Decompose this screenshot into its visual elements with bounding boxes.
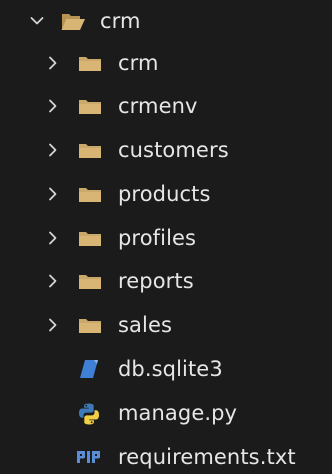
- tree-item-label: reports: [118, 269, 194, 293]
- pip-requirements-icon: [76, 449, 104, 465]
- tree-item-folder[interactable]: profiles: [0, 217, 332, 259]
- tree-item-label: profiles: [118, 226, 197, 250]
- tree-item-file[interactable]: db.sqlite3: [0, 348, 332, 390]
- folder-icon: [77, 139, 103, 161]
- tree-item-file[interactable]: requirements.txt: [0, 436, 332, 474]
- chevron-down-icon[interactable]: [30, 14, 44, 28]
- tree-item-file[interactable]: manage.py: [0, 392, 332, 434]
- tree-root-label: crm: [100, 9, 141, 33]
- folder-icon: [77, 270, 103, 292]
- tree-item-folder[interactable]: crm: [0, 42, 332, 84]
- tree-item-label: crmenv: [118, 94, 198, 118]
- folder-open-icon: [60, 10, 86, 32]
- tree-item-label: db.sqlite3: [118, 357, 223, 381]
- tree-item-folder[interactable]: crmenv: [0, 85, 332, 127]
- chevron-right-icon[interactable]: [46, 143, 60, 157]
- folder-icon: [77, 95, 103, 117]
- database-file-icon: [78, 358, 100, 380]
- tree-item-label: customers: [118, 138, 229, 162]
- chevron-right-icon[interactable]: [46, 99, 60, 113]
- chevron-right-icon[interactable]: [46, 274, 60, 288]
- tree-item-label: crm: [118, 51, 159, 75]
- folder-icon: [77, 227, 103, 249]
- tree-item-label: products: [118, 182, 211, 206]
- tree-item-label: manage.py: [118, 401, 238, 425]
- chevron-right-icon[interactable]: [46, 187, 60, 201]
- file-explorer-tree: crm crm crmenv customers products profil…: [0, 0, 332, 474]
- tree-item-folder[interactable]: sales: [0, 304, 332, 346]
- tree-item-folder[interactable]: products: [0, 173, 332, 215]
- chevron-right-icon[interactable]: [46, 231, 60, 245]
- tree-item-folder[interactable]: reports: [0, 260, 332, 302]
- folder-icon: [77, 314, 103, 336]
- tree-root-crm[interactable]: crm: [0, 0, 332, 42]
- tree-item-label: requirements.txt: [118, 445, 296, 469]
- tree-item-label: sales: [118, 313, 173, 337]
- chevron-right-icon[interactable]: [46, 56, 60, 70]
- tree-item-folder[interactable]: customers: [0, 129, 332, 171]
- folder-icon: [77, 52, 103, 74]
- chevron-right-icon[interactable]: [46, 318, 60, 332]
- folder-icon: [77, 183, 103, 205]
- python-icon: [77, 402, 101, 426]
